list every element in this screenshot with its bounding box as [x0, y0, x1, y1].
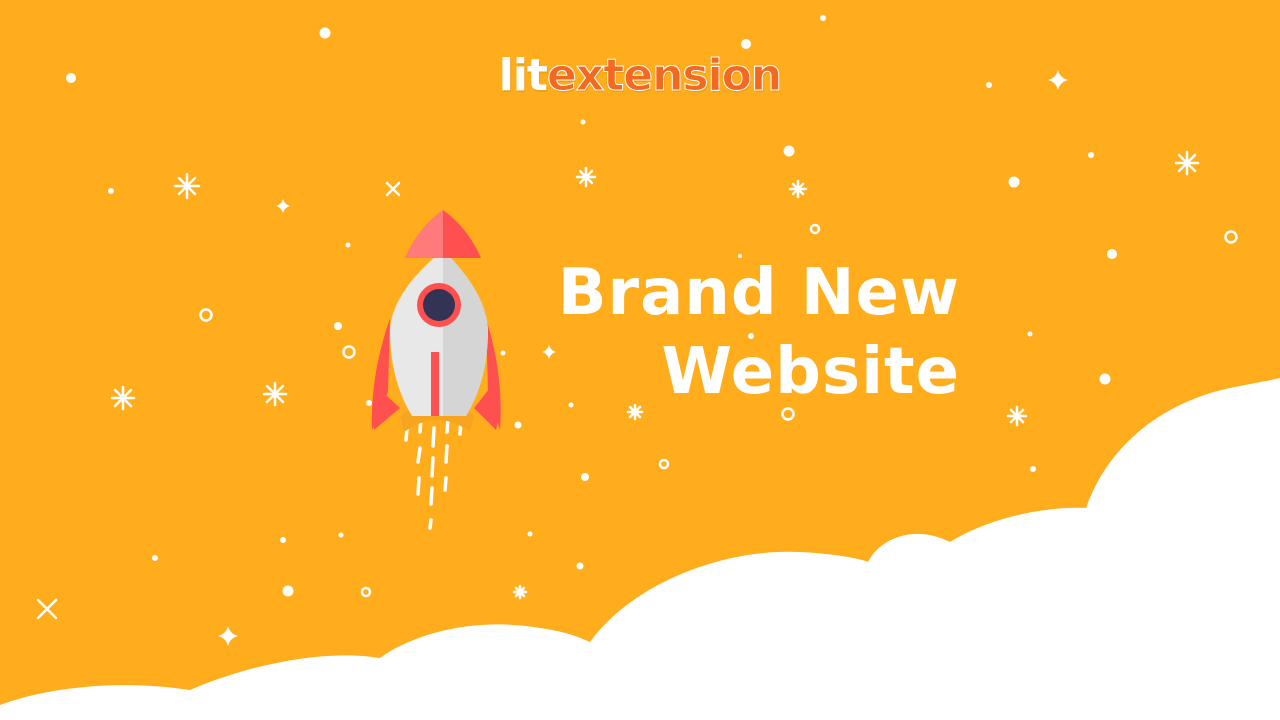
headline: Brand New Website [540, 254, 960, 412]
headline-line1: Brand New [557, 256, 960, 330]
cloud-shape [0, 378, 1280, 720]
brand-logo-part2: extension [546, 50, 782, 102]
headline-line2: Website [661, 335, 960, 409]
brand-logo-part1: lit [498, 50, 548, 101]
hero-banner: litextension Brand New Website [0, 0, 1280, 720]
rocket-icon [371, 210, 501, 530]
brand-logo: litextension [0, 48, 1280, 104]
